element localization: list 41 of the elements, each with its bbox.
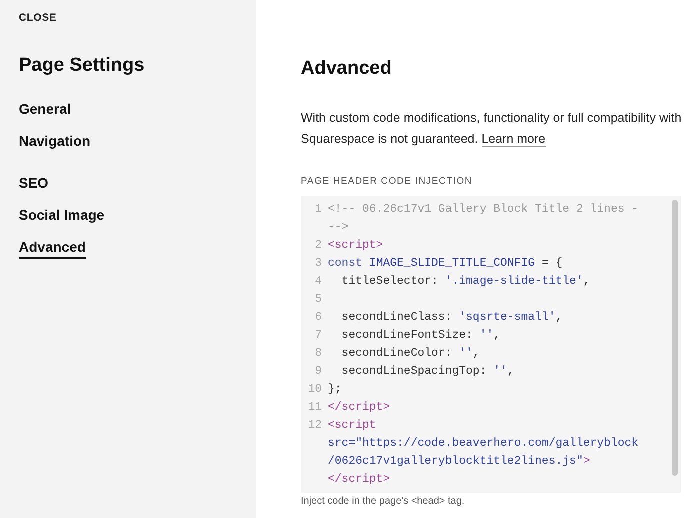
line-number: 3 bbox=[314, 256, 322, 272]
field-hint: Inject code in the page's <head> tag. bbox=[301, 496, 466, 507]
code-line: titleSelector: '.image-slide-title', bbox=[340, 274, 590, 290]
code-editor[interactable] bbox=[301, 196, 681, 493]
code-line: secondLineClass: 'sqsrte-small', bbox=[340, 310, 563, 326]
code-line: src="https://code.beaverhero.com/galleryblock bbox=[328, 436, 639, 452]
line-number: 2 bbox=[314, 238, 322, 254]
field-label: PAGE HEADER CODE INJECTION bbox=[301, 176, 474, 187]
learn-more-link[interactable]: Learn more bbox=[482, 132, 546, 147]
sidebar-item[interactable]: Social Image bbox=[19, 207, 105, 227]
sidebar-item[interactable]: SEO bbox=[19, 175, 49, 195]
code-line: secondLineSpacingTop: '', bbox=[340, 364, 514, 380]
line-number: 11 bbox=[307, 400, 322, 416]
close-link[interactable]: CLOSE bbox=[19, 12, 57, 24]
code-line: const IMAGE_SLIDE_TITLE_CONFIG = { bbox=[328, 256, 563, 272]
line-number: 6 bbox=[314, 310, 322, 326]
line-number: 12 bbox=[307, 418, 322, 434]
code-line: </script> bbox=[328, 472, 392, 488]
line-number: 8 bbox=[314, 346, 322, 362]
line-number: 1 bbox=[314, 202, 322, 218]
code-line: secondLineFontSize: '', bbox=[340, 328, 501, 344]
line-number: 7 bbox=[314, 328, 322, 344]
code-line: --> bbox=[328, 220, 350, 236]
sidebar-title: Page Settings bbox=[19, 55, 146, 77]
line-number: 9 bbox=[314, 364, 322, 380]
line-number: 4 bbox=[314, 274, 322, 290]
code-line: }; bbox=[328, 382, 342, 398]
code-line: secondLineColor: '', bbox=[340, 346, 480, 362]
code-line: </script> bbox=[328, 400, 390, 416]
line-number: 5 bbox=[314, 292, 322, 308]
code-line: <script bbox=[328, 418, 378, 434]
sidebar-item[interactable]: Navigation bbox=[19, 133, 91, 153]
code-line: <!-- 06.26c17v1 Gallery Block Title 2 lines - bbox=[328, 202, 639, 218]
line-number: 10 bbox=[307, 382, 322, 398]
sidebar-item[interactable]: Advanced bbox=[19, 239, 86, 259]
sidebar-item[interactable]: General bbox=[19, 101, 72, 121]
section-title: Advanced bbox=[301, 58, 393, 80]
description-text: With custom code modifications, functionality or full compatibility with Squarespace is not guaranteed. Learn more bbox=[301, 110, 683, 149]
scrollbar-thumb[interactable] bbox=[672, 200, 678, 476]
code-line: <script> bbox=[328, 238, 384, 254]
code-line: /0626c17v1galleryblocktitle2lines.js"> bbox=[328, 454, 592, 470]
